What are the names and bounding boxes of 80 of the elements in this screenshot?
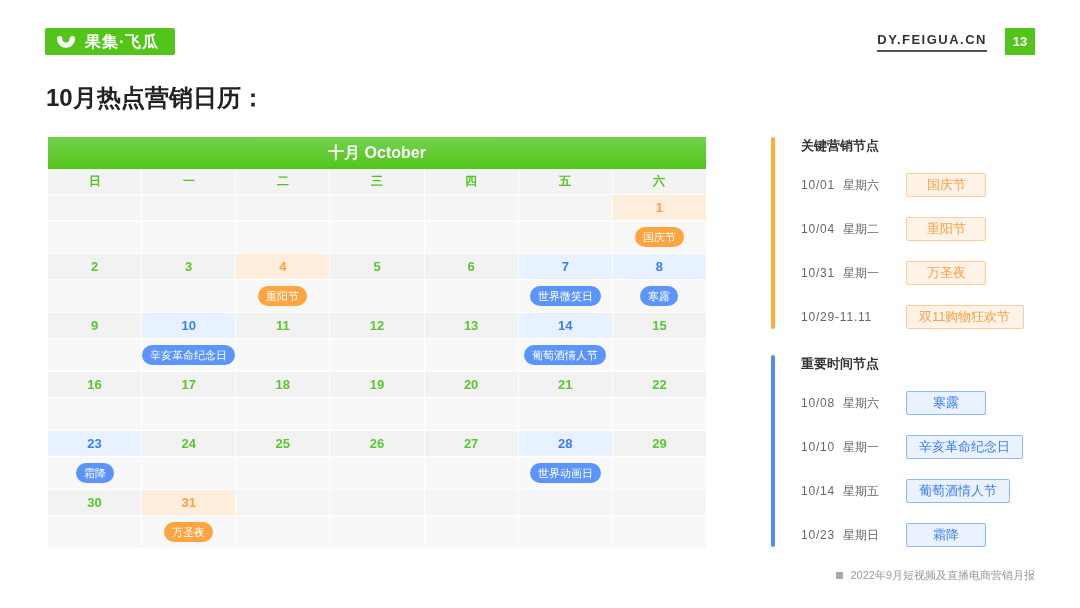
date-cell: 6	[424, 254, 518, 279]
page-number: 13	[1005, 28, 1035, 55]
date-cell: 2	[48, 254, 142, 279]
weekday-text: 星期六	[843, 176, 880, 194]
logo-text: 果集·飞瓜	[85, 31, 160, 52]
footer-text: 2022年9月短视频及直播电商营销月报	[850, 568, 1035, 582]
date-cell: 12	[330, 313, 424, 338]
weekday-text: 星期一	[843, 264, 880, 282]
event-label: 葡萄酒情人节	[906, 479, 1010, 503]
weekday-cell: 日	[48, 169, 142, 194]
calendar-header: 十月 October	[48, 137, 706, 169]
weekday-cell: 五	[518, 169, 612, 194]
date-cell: 25	[236, 431, 330, 456]
weekday-cell: 二	[236, 169, 330, 194]
date-cell: 26	[330, 431, 424, 456]
weekday-cell: 四	[424, 169, 518, 194]
weekday-text: 星期六	[843, 394, 880, 412]
event-label: 辛亥革命纪念日	[906, 435, 1023, 459]
date-cell: 14	[518, 313, 612, 338]
event-label: 国庆节	[906, 173, 986, 197]
date-cell: 9	[48, 313, 142, 338]
date-cell: 11	[236, 313, 330, 338]
date-cell: 23	[48, 431, 142, 456]
event-label: 寒露	[906, 391, 986, 415]
date-text: 10/04	[801, 222, 836, 236]
crescent-icon	[56, 35, 76, 48]
date-cell: 1	[612, 195, 706, 220]
square-icon	[836, 571, 844, 579]
date-cell: 27	[424, 431, 518, 456]
weekday-text: 星期二	[843, 220, 880, 238]
date-text: 10/10	[801, 440, 836, 454]
event-tag: 国庆节	[634, 227, 684, 247]
date-text: 10/23	[801, 528, 836, 542]
event-tag: 葡萄酒情人节	[524, 345, 607, 365]
event-tag: 重阳节	[258, 286, 308, 306]
date-cell: 21	[518, 372, 612, 397]
date-cell: 10	[142, 313, 236, 338]
weekday-cell: 一	[142, 169, 236, 194]
weekday-cell: 三	[330, 169, 424, 194]
event-label: 霜降	[906, 523, 986, 547]
date-cell: 22	[612, 372, 706, 397]
date-text: 10/29-11.11	[801, 310, 873, 324]
section-title: 重要时间节点	[801, 355, 880, 373]
date-cell: 29	[612, 431, 706, 456]
date-cell: 19	[330, 372, 424, 397]
section-title: 关键营销节点	[801, 137, 880, 155]
date-text: 10/08	[801, 396, 836, 410]
event-tag: 世界动画日	[529, 463, 601, 483]
date-cell: 31	[142, 490, 236, 515]
date-text: 10/01	[801, 178, 836, 192]
date-cell: 13	[424, 313, 518, 338]
date-cell: 30	[48, 490, 142, 515]
date-cell: 24	[142, 431, 236, 456]
date-text: 10/31	[801, 266, 836, 280]
date-cell: 4	[236, 254, 330, 279]
weekday-text: 星期五	[843, 482, 880, 500]
event-tag: 万圣夜	[164, 522, 214, 542]
event-tag: 寒露	[640, 286, 679, 306]
date-cell: 3	[142, 254, 236, 279]
date-cell: 16	[48, 372, 142, 397]
date-cell: 15	[612, 313, 706, 338]
site-url: DY.FEIGUA.CN	[877, 31, 987, 52]
date-cell: 28	[518, 431, 612, 456]
event-tag: 霜降	[75, 463, 114, 483]
event-tag: 辛亥革命纪念日	[142, 345, 236, 365]
date-cell: 17	[142, 372, 236, 397]
date-cell: 20	[424, 372, 518, 397]
date-cell: 8	[612, 254, 706, 279]
date-cell: 18	[236, 372, 330, 397]
weekday-cell: 六	[612, 169, 706, 194]
page-title: 10月热点营销日历：	[46, 83, 266, 113]
event-label: 万圣夜	[906, 261, 986, 285]
event-tag: 世界微笑日	[529, 286, 601, 306]
event-label: 重阳节	[906, 217, 986, 241]
weekday-text: 星期日	[843, 526, 880, 544]
date-cell: 7	[518, 254, 612, 279]
weekday-text: 星期一	[843, 438, 880, 456]
date-cell: 5	[330, 254, 424, 279]
event-label: 双11购物狂欢节	[906, 305, 1024, 329]
date-text: 10/14	[801, 484, 836, 498]
